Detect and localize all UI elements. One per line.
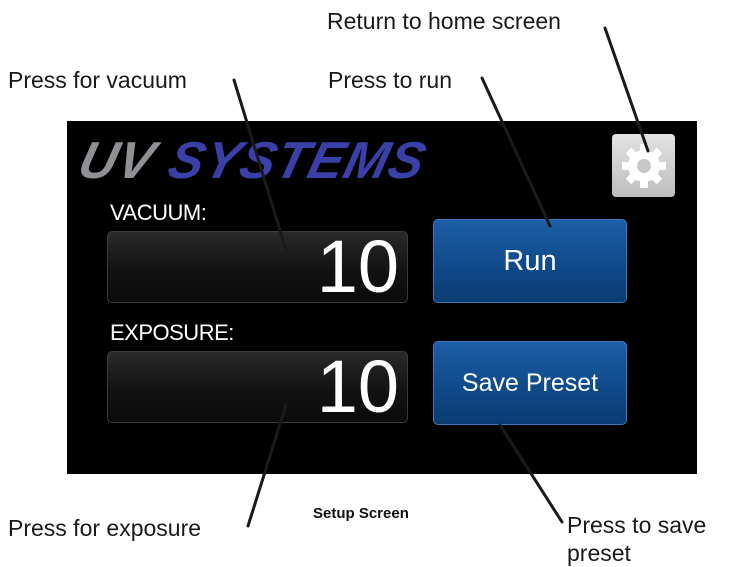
leader-line-run xyxy=(480,76,552,228)
leader-line-vacuum xyxy=(232,78,288,252)
leader-lines xyxy=(232,26,650,528)
leader-line-home xyxy=(603,26,650,153)
leader-line-save xyxy=(498,423,564,524)
leader-line-exposure xyxy=(246,403,288,528)
